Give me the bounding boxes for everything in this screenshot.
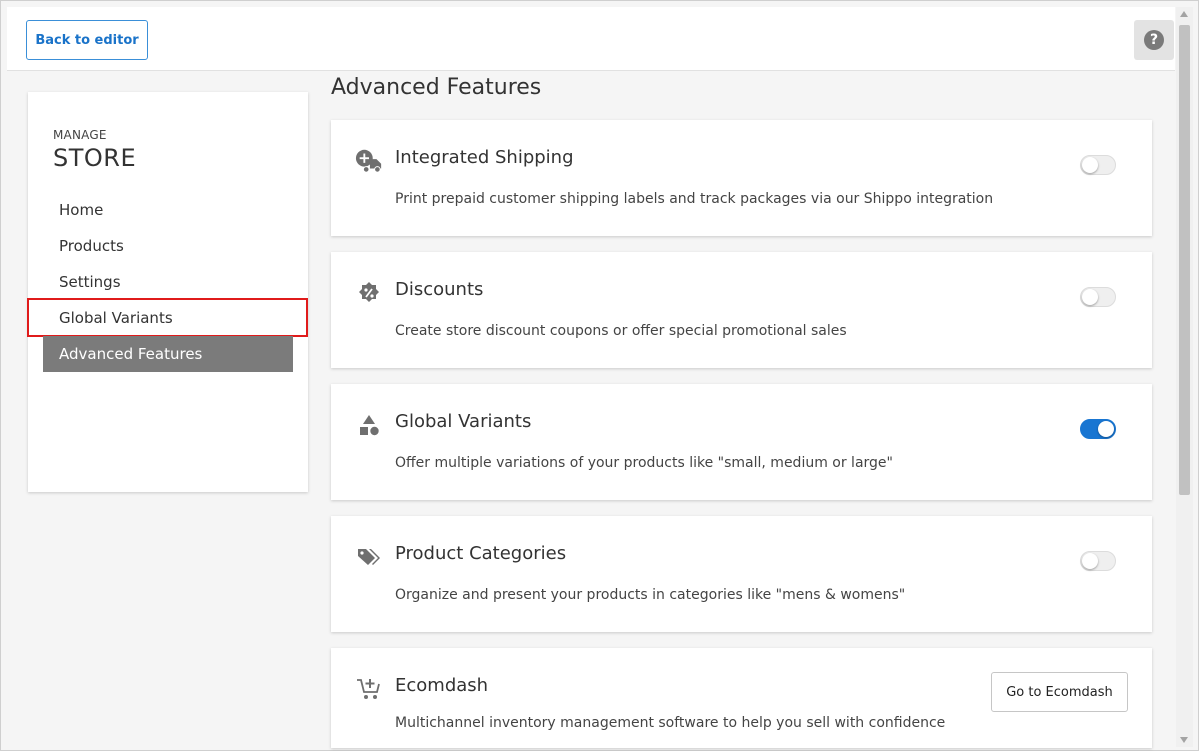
feature-description: Multichannel inventory management softwa… [395, 715, 946, 731]
feature-title: Integrated Shipping [395, 147, 574, 168]
feature-card-global-variants: Global Variants Offer multiple variation… [331, 384, 1152, 500]
feature-description: Offer multiple variations of your produc… [395, 455, 893, 471]
sidebar-item-advanced-features[interactable]: Advanced Features [43, 336, 293, 372]
help-icon: ? [1144, 30, 1164, 50]
scroll-down-arrow-icon[interactable] [1180, 737, 1188, 743]
cart-plus-icon [355, 675, 383, 703]
feature-title: Ecomdash [395, 675, 489, 696]
toggle-knob [1082, 157, 1098, 173]
help-button[interactable]: ? [1134, 20, 1174, 60]
shapes-icon [355, 411, 383, 439]
store-sidebar: MANAGE STORE Home Products Settings Glob… [27, 92, 308, 492]
feature-description: Print prepaid customer shipping labels a… [395, 191, 994, 207]
back-to-editor-button[interactable]: Back to editor [26, 20, 148, 60]
feature-description: Create store discount coupons or offer s… [395, 323, 847, 339]
toggle-knob [1082, 553, 1098, 569]
scroll-thumb[interactable] [1179, 25, 1190, 495]
feature-description: Organize and present your products in ca… [395, 587, 906, 603]
feature-card-discounts: Discounts Create store discount coupons … [331, 252, 1152, 368]
toggle-knob [1098, 421, 1114, 437]
feature-card-product-categories: Product Categories Organize and present … [331, 516, 1152, 632]
feature-card-ecomdash: Ecomdash Multichannel inventory manageme… [331, 648, 1152, 748]
sidebar-item-global-variants[interactable]: Global Variants [27, 298, 308, 337]
app-frame: Back to editor ? MANAGE STORE Home Produ… [0, 0, 1199, 751]
feature-title: Discounts [395, 279, 484, 300]
sidebar-item-settings[interactable]: Settings [43, 264, 293, 300]
feature-title: Global Variants [395, 411, 532, 432]
toggle-knob [1082, 289, 1098, 305]
tags-icon [355, 543, 383, 571]
discounts-toggle[interactable] [1080, 287, 1116, 307]
scroll-up-arrow-icon[interactable] [1180, 11, 1188, 17]
shipping-truck-icon [355, 147, 383, 175]
integrated-shipping-toggle[interactable] [1080, 155, 1116, 175]
page-title: Advanced Features [331, 75, 542, 100]
sidebar-item-home[interactable]: Home [43, 192, 293, 228]
product-categories-toggle[interactable] [1080, 551, 1116, 571]
feature-title: Product Categories [395, 543, 567, 564]
store-heading: STORE [53, 144, 137, 172]
top-bar: Back to editor ? [7, 7, 1175, 71]
vertical-scrollbar[interactable] [1176, 7, 1193, 747]
discount-badge-icon [355, 279, 383, 307]
feature-card-integrated-shipping: Integrated Shipping Print prepaid custom… [331, 120, 1152, 236]
manage-label: MANAGE [53, 128, 107, 142]
sidebar-item-products[interactable]: Products [43, 228, 293, 264]
global-variants-toggle[interactable] [1080, 419, 1116, 439]
go-to-ecomdash-button[interactable]: Go to Ecomdash [991, 672, 1128, 712]
